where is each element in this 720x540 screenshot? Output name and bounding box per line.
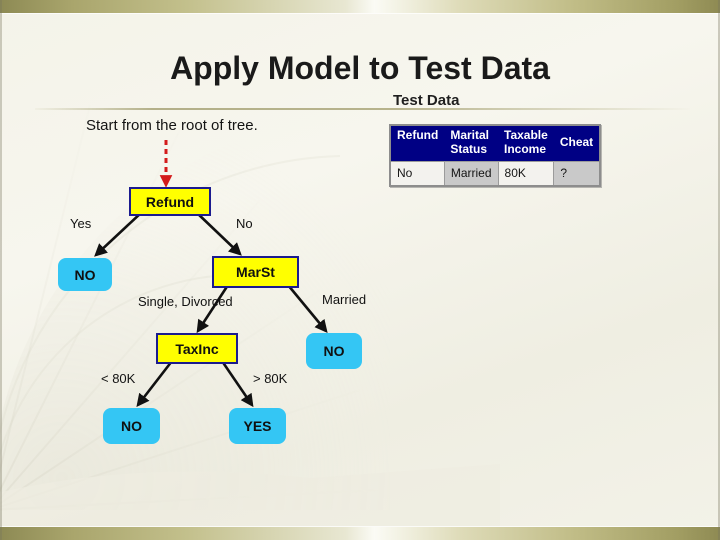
cell-refund: No	[389, 160, 445, 187]
edge-marst-to-no	[286, 284, 328, 334]
cell-cheat: ?	[553, 160, 601, 187]
edge-refund-to-no	[94, 211, 143, 257]
column-header-refund: Refund	[390, 125, 445, 162]
column-header-taxable-income: Taxable Income	[498, 125, 554, 162]
tree-node-no-bottom[interactable]: NO	[103, 408, 160, 444]
table-header-row: Refund Marital Status Taxable Income Che…	[390, 125, 601, 162]
test-data-table: Refund Marital Status Taxable Income Che…	[389, 124, 602, 187]
edge-label-married: Married	[322, 292, 367, 307]
top-decoration-band	[0, 0, 720, 13]
bottom-decoration-band	[0, 527, 720, 540]
edge-taxinc-to-no	[136, 360, 174, 408]
table-row: No Married 80K ?	[389, 160, 601, 187]
title-divider	[35, 108, 690, 110]
edge-label-gt-80k: > 80K	[253, 371, 288, 386]
test-data-heading: Test Data	[393, 92, 460, 109]
slide-canvas: Apply Model to Test Data Test Data Start…	[0, 0, 720, 540]
tree-node-yes-bottom[interactable]: YES	[229, 408, 286, 444]
cell-taxable-income: 80K	[497, 160, 555, 187]
column-header-marital-status: Marital Status	[444, 125, 499, 162]
page-title: Apply Model to Test Data	[170, 50, 550, 86]
tree-node-refund[interactable]: Refund	[129, 187, 211, 216]
tree-node-no-right[interactable]: NO	[306, 333, 362, 369]
edge-refund-to-marst	[195, 211, 242, 256]
tree-node-no-left[interactable]: NO	[58, 258, 112, 291]
edge-taxinc-to-yes	[220, 360, 254, 408]
edge-label-single-divorced: Single, Divorced	[138, 294, 233, 309]
edge-label-lt-80k: < 80K	[101, 371, 136, 386]
edge-label-no: No	[236, 216, 253, 231]
column-header-cheat: Cheat	[553, 125, 601, 162]
tree-node-marst[interactable]: MarSt	[212, 256, 299, 288]
edge-label-yes: Yes	[70, 216, 92, 231]
start-note-text: Start from the root of tree.	[86, 117, 258, 134]
top-band-highlight	[0, 13, 720, 14]
bottom-band-highlight	[0, 526, 720, 527]
cell-marital-status: Married	[443, 160, 499, 187]
tree-node-taxinc[interactable]: TaxInc	[156, 333, 238, 364]
